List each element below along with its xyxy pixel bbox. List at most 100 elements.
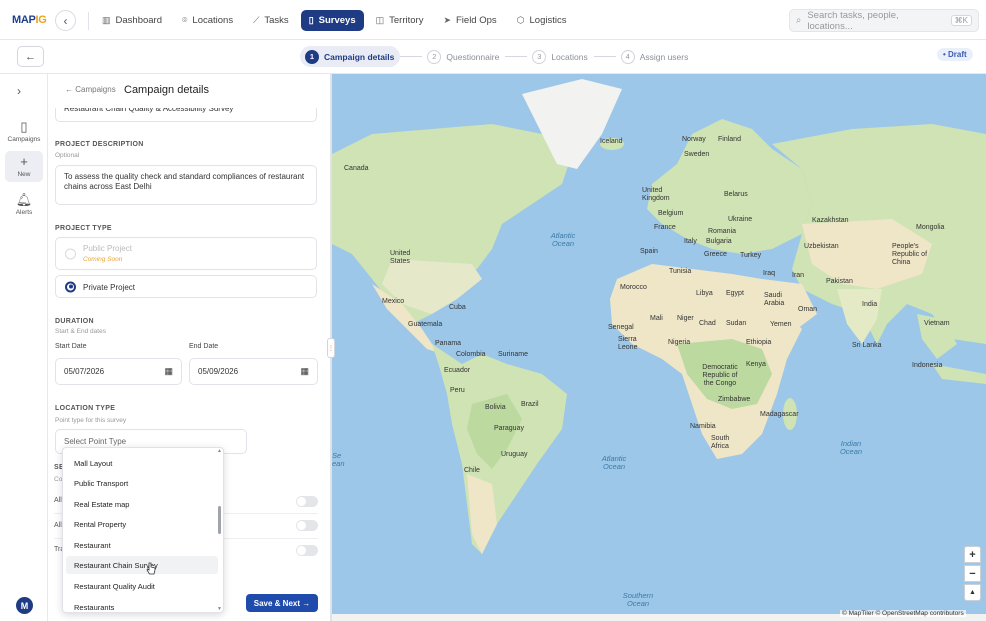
map-ocean-label: Atlantic Ocean [601,454,627,471]
search-input[interactable]: ⌕ Search tasks, people, locations... ⌘K [789,9,979,32]
map-label: Guatemala [408,321,443,328]
bell-icon: 🔔︎ [15,192,33,207]
map-label: Iceland [600,138,623,145]
pin-icon: ⌾ [182,15,188,25]
map-label: Senegal [608,324,634,331]
project-type-label: PROJECT TYPE [55,225,112,232]
calendar-icon[interactable]: ▦ [300,366,309,377]
wizard-steps: 1 Campaign details 2 Questionnaire 3 Locati… [300,46,694,67]
dropdown-option[interactable]: Public Transport [66,474,218,492]
setting-toggle-2[interactable] [296,520,318,531]
map-ocean-label: Southern Ocean [622,591,654,608]
map-label: Turkey [740,252,762,259]
map-label: Vietnam [924,320,950,327]
map-label: Panama [435,340,462,347]
coming-soon-note: Coming Soon [83,256,123,263]
zoom-out-button[interactable]: − [964,565,981,582]
map-label: Bolivia [485,404,506,411]
back-button[interactable]: ← [17,46,44,67]
map-label: Tunisia [669,268,692,275]
hand-cursor-icon [146,562,156,575]
divider [88,12,89,30]
map-view[interactable]: Iceland Norway Finland Sweden Canada Uni… [332,74,986,621]
nav-dashboard[interactable]: ▥ Dashboard [94,10,170,31]
dropdown-option[interactable]: Real Estate map [66,495,218,513]
setting-toggle-3[interactable] [296,545,318,556]
map-label: South Africa [711,435,730,450]
map-label: Colombia [456,351,486,358]
scroll-down-icon[interactable]: ▼ [217,606,222,612]
rail-alerts[interactable]: 🔔︎ Alerts [5,189,43,220]
map-ocean-label: Indian Ocean [839,439,863,456]
map-label: Paraguay [494,425,524,432]
map-label: Sweden [684,151,710,158]
breadcrumb-campaigns[interactable]: ← Campaigns [65,85,116,94]
splitter-handle[interactable]: ⋮ [327,338,335,358]
compass-button[interactable]: ▲ [964,584,981,601]
expand-rail-button[interactable]: › [17,84,21,98]
step-assign-users[interactable]: 4 Assign users [616,46,695,67]
dropdown-option[interactable]: Restaurant Quality Audit [66,577,218,595]
status-badge: • Draft [937,48,973,61]
clipboard-icon: ▯ [20,119,28,134]
location-type-hint: Point type for this survey [55,417,127,424]
nav-logistics[interactable]: ⬡ Logistics [509,10,575,31]
calendar-icon[interactable]: ▦ [164,366,173,377]
description-field[interactable]: To assess the quality check and standard… [55,165,317,205]
nav-tasks[interactable]: ⟋ Tasks [245,10,297,31]
radio-private[interactable] [65,281,76,292]
private-project-option[interactable]: Private Project [55,275,317,298]
map-label: Indonesia [912,362,943,369]
map-label: Morocco [620,284,647,291]
app-logo[interactable]: MAPIG [12,14,47,26]
dropdown-option[interactable]: Restaurants [66,598,218,612]
map-label: Madagascar [760,411,799,418]
step-questionnaire[interactable]: 2 Questionnaire [422,46,505,67]
step-campaign-details[interactable]: 1 Campaign details [300,46,401,67]
shortcut-badge: ⌘K [950,15,972,26]
search-icon: ⌕ [796,15,802,26]
avatar[interactable]: M [16,597,33,614]
step-locations[interactable]: 3 Locations [527,46,593,67]
dropdown-option-hovered[interactable]: Restaurant Chain Survey [66,556,218,574]
dropdown-option[interactable]: Mall Layout [66,454,218,472]
dropdown-scrollbar[interactable] [218,506,221,534]
map-label: Yemen [770,321,792,328]
rail-campaigns[interactable]: ▯ Campaigns [5,116,43,147]
point-type-dropdown[interactable]: Mall Layout Public Transport Real Estate… [62,447,224,613]
map-label: Greece [704,251,727,258]
compass-icon: ▲ [969,589,976,596]
end-date-field[interactable]: 05/09/2026 ▦ [189,358,318,385]
dropdown-option[interactable]: Restaurant [66,536,218,554]
map-label: Italy [684,238,697,245]
panel-header: ← Campaigns Campaign details [48,74,330,108]
nav-territory[interactable]: ◫ Territory [368,10,432,31]
public-project-option: Public Project Coming Soon [55,237,317,270]
left-rail: › ▯ Campaigns + New 🔔︎ Alerts M [0,74,48,621]
top-navigation: MAPIG ‹ ▥ Dashboard ⌾ Locations ⟋ Tasks ▯ Su… [0,0,986,40]
nav-locations[interactable]: ⌾ Locations [174,10,241,31]
nav-surveys[interactable]: ▯ Surveys [300,10,364,31]
map-label: Spain [640,248,658,255]
rail-new[interactable]: + New [5,151,43,182]
clipboard-icon: ▯ [308,15,314,25]
scroll-up-icon[interactable]: ▲ [217,448,222,454]
nav-field-ops[interactable]: ➤ Field Ops [435,10,504,31]
map-label: Canada [344,165,369,172]
setting-toggle-1[interactable] [296,496,318,507]
map-label: Kenya [746,361,766,368]
map-label: United Kingdom [642,187,670,202]
map-label: People's Republic of China [892,243,928,266]
dropdown-option[interactable]: Rental Property [66,515,218,533]
start-date-label: Start Date [55,343,87,350]
start-date-field[interactable]: 05/07/2026 ▦ [55,358,182,385]
collapse-nav-button[interactable]: ‹ [55,10,76,31]
save-next-button[interactable]: Save & Next → [246,594,318,612]
map-label: Sierra Leone [618,336,638,351]
map-label: Sri Lanka [852,342,882,349]
page-title: Campaign details [124,84,209,96]
map-label: Kazakhstan [812,217,849,224]
map-ocean-label: Se ean [332,451,345,468]
map-attribution[interactable]: © MapTiler © OpenStreetMap contributors [840,610,966,617]
zoom-in-button[interactable]: + [964,546,981,563]
